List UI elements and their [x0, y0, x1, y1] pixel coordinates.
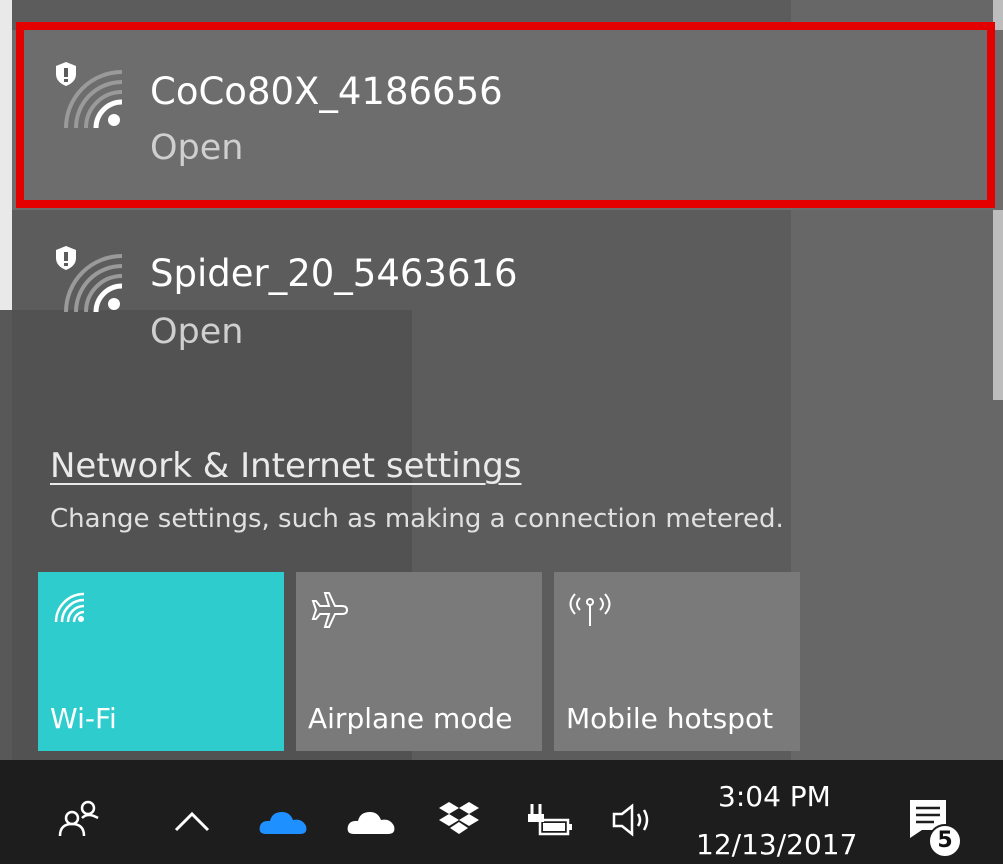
notification-count-badge: 5	[928, 824, 962, 858]
network-ssid: Spider_20_5463616	[150, 252, 518, 295]
wifi-toggle-tile[interactable]: Wi-Fi	[38, 572, 284, 751]
wifi-tile-label: Wi-Fi	[50, 702, 117, 735]
volume-icon[interactable]	[610, 802, 656, 842]
wifi-signal-secured-icon	[52, 242, 132, 322]
show-hidden-icons-chevron-icon[interactable]	[174, 810, 210, 836]
wifi-signal-secured-icon	[52, 58, 132, 138]
taskbar: 3:04 PM 12/13/2017 5	[0, 760, 1003, 864]
people-icon[interactable]	[58, 798, 102, 842]
dropbox-icon[interactable]	[438, 800, 480, 842]
mobile-hotspot-icon	[568, 590, 612, 634]
mobile-hotspot-tile-label: Mobile hotspot	[566, 702, 774, 735]
airplane-icon	[310, 590, 350, 634]
network-flyout: CoCo80X_4186656 Open Spider_20_5463616 O…	[12, 0, 1003, 760]
wifi-icon	[52, 590, 88, 630]
battery-charging-icon[interactable]	[524, 800, 574, 844]
onedrive-icon[interactable]	[258, 808, 308, 840]
network-status: Open	[150, 128, 244, 168]
airplane-mode-tile[interactable]: Airplane mode	[296, 572, 542, 751]
network-status: Open	[150, 312, 244, 352]
network-ssid: CoCo80X_4186656	[150, 70, 503, 113]
mobile-hotspot-tile[interactable]: Mobile hotspot	[554, 572, 800, 751]
network-item-spider[interactable]: Spider_20_5463616 Open	[12, 212, 1003, 392]
network-settings-description: Change settings, such as making a connec…	[50, 504, 784, 534]
clock-date[interactable]: 12/13/2017	[696, 828, 857, 861]
network-item-coco80x[interactable]: CoCo80X_4186656 Open	[12, 30, 1003, 210]
onedrive-personal-icon[interactable]	[346, 808, 396, 840]
network-internet-settings-link[interactable]: Network & Internet settings	[50, 446, 521, 486]
airplane-tile-label: Airplane mode	[308, 702, 513, 735]
desktop-background-edge	[0, 0, 12, 760]
clock-time[interactable]: 3:04 PM	[718, 780, 831, 813]
